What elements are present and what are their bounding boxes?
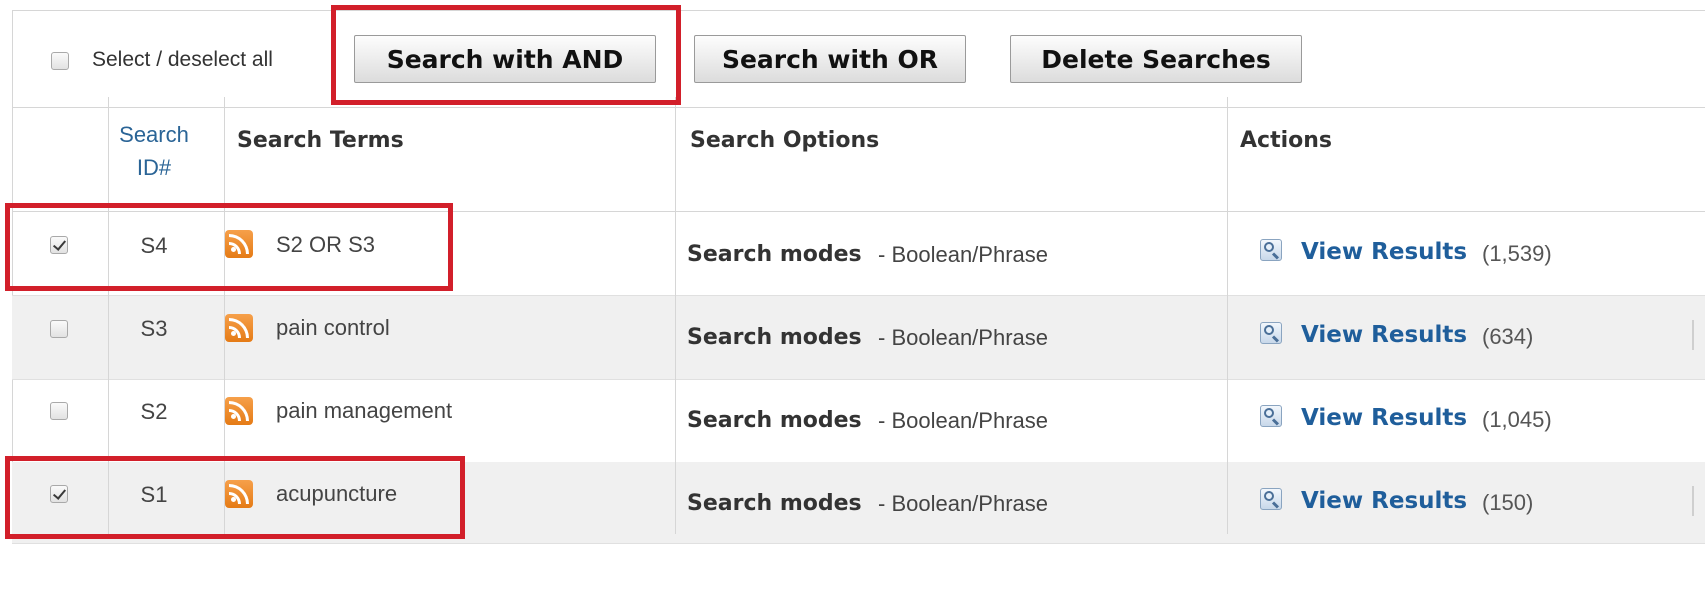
table-header-row bbox=[13, 108, 1705, 212]
row-option-value: - Boolean/Phrase bbox=[878, 325, 1048, 350]
row-option-label: Search modes bbox=[687, 242, 862, 267]
rss-feed-icon[interactable] bbox=[225, 314, 253, 342]
row-search-term: pain management bbox=[276, 398, 453, 423]
row-option-label: Search modes bbox=[687, 491, 862, 516]
highlight-row-s4 bbox=[5, 203, 453, 291]
row-option-value: - Boolean/Phrase bbox=[878, 408, 1048, 433]
rss-feed-icon[interactable] bbox=[225, 397, 253, 425]
highlight-row-s1 bbox=[5, 456, 465, 539]
row-search-term: pain control bbox=[276, 315, 390, 340]
row-result-count: (1,045) bbox=[1482, 407, 1552, 432]
row-result-count: (634) bbox=[1482, 324, 1534, 349]
row-select-checkbox[interactable] bbox=[50, 320, 68, 338]
header-search-id-line1: Search bbox=[119, 122, 189, 147]
column-divider bbox=[1227, 97, 1228, 534]
row-result-count: (1,539) bbox=[1482, 241, 1552, 266]
column-divider bbox=[675, 97, 676, 534]
view-results-link[interactable]: View Results bbox=[1301, 405, 1467, 431]
magnifier-icon[interactable] bbox=[1260, 405, 1282, 427]
row-option-label: Search modes bbox=[687, 408, 862, 433]
view-results-link[interactable]: View Results bbox=[1301, 239, 1467, 265]
row-search-id: S3 bbox=[140, 316, 168, 341]
row-select-checkbox[interactable] bbox=[50, 402, 68, 420]
select-all-checkbox[interactable] bbox=[51, 52, 69, 70]
row-option-value: - Boolean/Phrase bbox=[878, 242, 1048, 267]
row-option-label: Search modes bbox=[687, 325, 862, 350]
row-result-count: (150) bbox=[1482, 490, 1534, 515]
row-option-value: - Boolean/Phrase bbox=[878, 491, 1048, 516]
action-divider bbox=[1692, 320, 1694, 350]
search-history-toolbar: Select / deselect all Search with AND Se… bbox=[13, 11, 1705, 108]
view-results-link[interactable]: View Results bbox=[1301, 488, 1467, 514]
header-search-terms: Search Terms bbox=[237, 128, 404, 153]
row-search-id: S2 bbox=[140, 399, 168, 424]
magnifier-icon[interactable] bbox=[1260, 322, 1282, 344]
action-divider bbox=[1692, 486, 1694, 516]
header-search-id[interactable]: Search ID# bbox=[96, 118, 212, 184]
select-all-label: Select / deselect all bbox=[92, 48, 273, 71]
view-results-link[interactable]: View Results bbox=[1301, 322, 1467, 348]
magnifier-icon[interactable] bbox=[1260, 488, 1282, 510]
search-with-or-button[interactable]: Search with OR bbox=[694, 35, 966, 83]
delete-searches-button[interactable]: Delete Searches bbox=[1010, 35, 1302, 83]
header-search-id-line2: ID# bbox=[136, 155, 172, 180]
header-actions: Actions bbox=[1240, 128, 1332, 153]
magnifier-icon[interactable] bbox=[1260, 239, 1282, 261]
highlight-search-and bbox=[331, 5, 681, 105]
header-search-options: Search Options bbox=[690, 128, 880, 153]
